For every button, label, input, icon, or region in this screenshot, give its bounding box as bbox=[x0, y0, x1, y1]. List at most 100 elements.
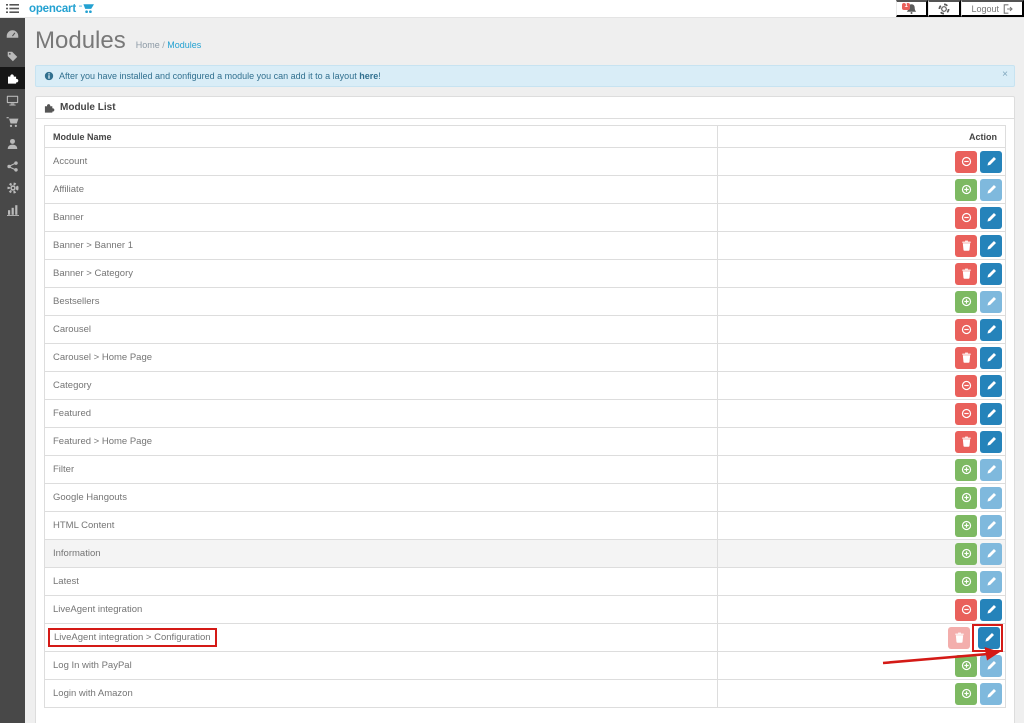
uninstall-button[interactable] bbox=[955, 150, 977, 173]
install-button[interactable] bbox=[955, 178, 977, 201]
sidebar bbox=[0, 18, 25, 723]
sidebar-item-design[interactable] bbox=[0, 89, 25, 111]
edit-inactive-button[interactable] bbox=[980, 570, 1002, 593]
sidebar-item-dashboard[interactable] bbox=[0, 23, 25, 45]
edit-inactive-button[interactable] bbox=[980, 514, 1002, 537]
action-cell bbox=[716, 455, 1007, 484]
install-button[interactable] bbox=[955, 458, 977, 481]
delete-button[interactable] bbox=[955, 262, 977, 285]
table-row: Affiliate bbox=[44, 175, 1007, 204]
table-row: LiveAgent integration bbox=[44, 595, 1007, 624]
delete-button[interactable] bbox=[955, 430, 977, 453]
install-button[interactable] bbox=[955, 570, 977, 593]
table-row: Carousel bbox=[44, 315, 1007, 344]
minus-circle-icon bbox=[961, 212, 971, 223]
delete-button[interactable] bbox=[948, 626, 970, 649]
pencil-icon bbox=[984, 633, 994, 642]
pencil-icon bbox=[986, 605, 996, 614]
panel-heading: Module List bbox=[36, 97, 1014, 119]
sidebar-item-customers[interactable] bbox=[0, 133, 25, 155]
pencil-icon bbox=[986, 409, 996, 418]
sidebar-item-catalog[interactable] bbox=[0, 45, 25, 67]
edit-inactive-button[interactable] bbox=[980, 458, 1002, 481]
install-button[interactable] bbox=[955, 542, 977, 565]
alert-here-link[interactable]: here bbox=[359, 71, 378, 81]
pencil-icon bbox=[986, 493, 996, 502]
table-row: Carousel > Home Page bbox=[44, 343, 1007, 372]
install-button[interactable] bbox=[955, 290, 977, 313]
sidebar-item-system[interactable] bbox=[0, 177, 25, 199]
sidebar-item-reports[interactable] bbox=[0, 199, 25, 221]
module-name: Bestsellers bbox=[53, 296, 100, 307]
support-button[interactable] bbox=[928, 0, 962, 17]
opencart-logo[interactable]: opencart bbox=[29, 3, 95, 15]
install-button[interactable] bbox=[955, 486, 977, 509]
notifications-button[interactable]: 1 bbox=[896, 0, 929, 17]
module-name: HTML Content bbox=[53, 520, 115, 531]
edit-button[interactable] bbox=[980, 234, 1002, 257]
edit-button[interactable] bbox=[980, 262, 1002, 285]
uninstall-button[interactable] bbox=[955, 318, 977, 341]
page-title: Modules bbox=[35, 27, 126, 54]
edit-button[interactable] bbox=[978, 626, 1000, 649]
edit-inactive-button[interactable] bbox=[980, 290, 1002, 313]
action-cell bbox=[716, 371, 1007, 400]
panel-title: Module List bbox=[60, 102, 116, 113]
module-name: Carousel > Home Page bbox=[53, 352, 153, 363]
edit-inactive-button[interactable] bbox=[980, 178, 1002, 201]
edit-inactive-button[interactable] bbox=[980, 654, 1002, 677]
install-button[interactable] bbox=[955, 682, 977, 705]
close-icon[interactable]: × bbox=[1002, 70, 1008, 80]
plus-circle-icon bbox=[961, 464, 971, 475]
install-button[interactable] bbox=[955, 654, 977, 677]
bar-chart-icon bbox=[6, 205, 19, 216]
table-row: Google Hangouts bbox=[44, 483, 1007, 512]
pencil-icon bbox=[986, 549, 996, 558]
pencil-icon bbox=[986, 437, 996, 446]
page-head: Modules Home / Modules bbox=[35, 29, 1015, 53]
trash-icon bbox=[961, 352, 971, 363]
table-row: Account bbox=[44, 147, 1007, 176]
edit-inactive-button[interactable] bbox=[980, 682, 1002, 705]
module-name: Information bbox=[53, 548, 101, 559]
logout-button[interactable]: Logout bbox=[961, 0, 1024, 17]
sidebar-item-sales[interactable] bbox=[0, 111, 25, 133]
breadcrumb: Home / Modules bbox=[136, 40, 202, 53]
menu-toggle-button[interactable] bbox=[0, 0, 25, 18]
edit-inactive-button[interactable] bbox=[980, 486, 1002, 509]
plus-circle-icon bbox=[961, 492, 971, 503]
action-cell bbox=[716, 231, 1007, 260]
edit-button[interactable] bbox=[980, 430, 1002, 453]
edit-button[interactable] bbox=[980, 150, 1002, 173]
edit-button[interactable] bbox=[980, 598, 1002, 621]
edit-button[interactable] bbox=[980, 374, 1002, 397]
sidebar-item-marketing[interactable] bbox=[0, 155, 25, 177]
delete-button[interactable] bbox=[955, 346, 977, 369]
breadcrumb-modules[interactable]: Modules bbox=[167, 40, 201, 50]
uninstall-button[interactable] bbox=[955, 374, 977, 397]
table-row: Banner > Banner 1 bbox=[44, 231, 1007, 260]
breadcrumb-separator: / bbox=[162, 40, 165, 50]
action-cell bbox=[716, 427, 1007, 456]
pencil-icon bbox=[986, 297, 996, 306]
edit-inactive-button[interactable] bbox=[980, 542, 1002, 565]
edit-button[interactable] bbox=[980, 318, 1002, 341]
uninstall-button[interactable] bbox=[955, 206, 977, 229]
edit-button[interactable] bbox=[980, 402, 1002, 425]
share-icon bbox=[7, 160, 18, 172]
breadcrumb-home[interactable]: Home bbox=[136, 40, 160, 50]
edit-button[interactable] bbox=[980, 346, 1002, 369]
table-row: Featured bbox=[44, 399, 1007, 428]
edit-button[interactable] bbox=[980, 206, 1002, 229]
action-cell bbox=[716, 343, 1007, 372]
install-button[interactable] bbox=[955, 514, 977, 537]
uninstall-button[interactable] bbox=[955, 598, 977, 621]
uninstall-button[interactable] bbox=[955, 402, 977, 425]
delete-button[interactable] bbox=[955, 234, 977, 257]
header-actions: 1 Logout bbox=[896, 0, 1024, 17]
sidebar-item-extensions[interactable] bbox=[0, 67, 25, 89]
table-row: LiveAgent integration > Configuration bbox=[44, 623, 1007, 652]
module-name: Account bbox=[53, 156, 88, 167]
dashboard-icon bbox=[6, 30, 19, 38]
pencil-icon bbox=[986, 325, 996, 334]
